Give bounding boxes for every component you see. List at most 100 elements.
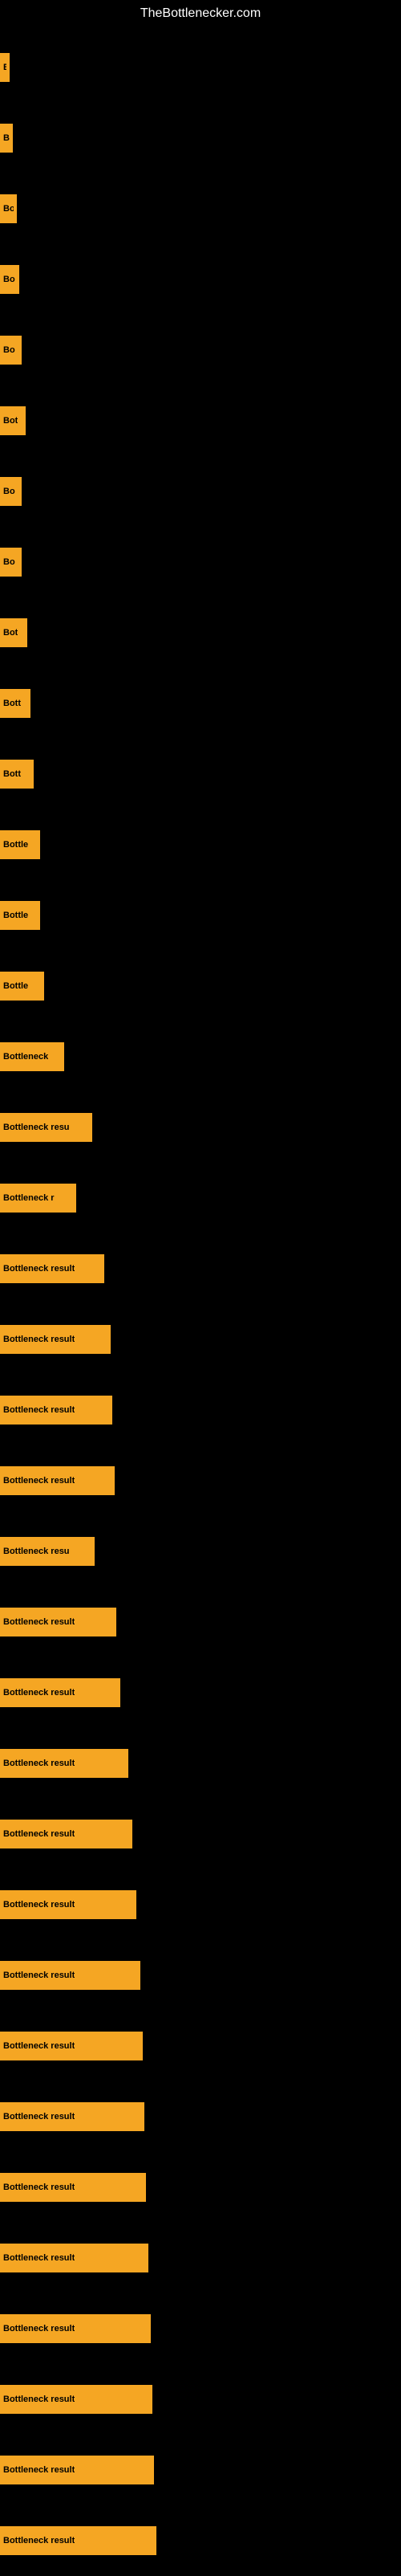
- site-title: TheBottlenecker.com: [0, 0, 401, 24]
- bar-row: Bottle: [0, 951, 401, 1021]
- bar-label: Bottleneck: [3, 1052, 48, 1062]
- bar-row: Bo: [0, 173, 401, 244]
- bar-item: Bottleneck result: [0, 2456, 154, 2484]
- bar-row: Bot: [0, 597, 401, 668]
- bar-item: Bo: [0, 194, 17, 223]
- bar-row: Bottleneck r: [0, 1163, 401, 1233]
- bar-item: B: [0, 53, 10, 82]
- bar-row: Bottleneck result: [0, 1587, 401, 1657]
- bar-label: B: [3, 133, 10, 143]
- bar-item: Bottleneck result: [0, 1890, 136, 1919]
- bar-item: Bottleneck result: [0, 1396, 112, 1425]
- bar-item: Bottleneck resu: [0, 1537, 95, 1566]
- bar-row: Bottleneck result: [0, 1375, 401, 1445]
- bar-item: Bottleneck resu: [0, 1113, 92, 1142]
- bar-row: Bottleneck result: [0, 1940, 401, 2011]
- bar-row: Bottleneck result: [0, 2223, 401, 2293]
- bar-row: Bo: [0, 244, 401, 315]
- bar-label: Bottleneck result: [3, 1476, 75, 1486]
- bar-row: Bo: [0, 456, 401, 527]
- bar-item: Bottleneck result: [0, 2526, 156, 2555]
- bar-label: Bott: [3, 699, 21, 708]
- bar-label: Bottleneck result: [3, 1405, 75, 1415]
- bar-item: Bo: [0, 336, 22, 365]
- bar-label: Bottleneck result: [3, 2112, 75, 2122]
- bar-item: Bottleneck result: [0, 1466, 115, 1495]
- bar-item: Bottleneck result: [0, 1961, 140, 1990]
- bar-row: Bottleneck result: [0, 1233, 401, 1304]
- bar-row: Bottleneck result: [0, 2081, 401, 2152]
- bar-label: B: [3, 63, 6, 72]
- bars-container: B B Bo Bo Bo Bot Bo Bo Bot Bott Bott Bottle Bottle Bo…: [0, 24, 401, 2576]
- bar-row: Bottleneck result: [0, 1799, 401, 1869]
- bar-label: Bottleneck r: [3, 1193, 55, 1203]
- bar-item: Bot: [0, 618, 27, 647]
- bar-item: Bottleneck result: [0, 2032, 143, 2060]
- bar-item: Bottleneck result: [0, 2385, 152, 2414]
- bar-item: Bottleneck result: [0, 2173, 146, 2202]
- bar-item: B: [0, 124, 13, 153]
- bar-item: Bo: [0, 477, 22, 506]
- bar-item: Bottleneck result: [0, 1254, 104, 1283]
- bar-label: Bottleneck result: [3, 1688, 75, 1698]
- bar-row: Bottle: [0, 880, 401, 951]
- bar-row: Bottleneck resu: [0, 1516, 401, 1587]
- bar-item: Bott: [0, 689, 30, 718]
- bar-label: Bottleneck result: [3, 1900, 75, 1910]
- bar-label: Bo: [3, 204, 14, 214]
- bar-label: Bottleneck result: [3, 1335, 75, 1344]
- bar-item: Bottleneck result: [0, 1820, 132, 1848]
- bar-row: Bottleneck resu: [0, 1092, 401, 1163]
- bar-item: Bottleneck result: [0, 2244, 148, 2272]
- bar-label: Bo: [3, 487, 15, 496]
- bar-item: Bottle: [0, 972, 44, 1001]
- bar-label: Bottleneck result: [3, 1759, 75, 1768]
- bar-label: Bottleneck result: [3, 2041, 75, 2051]
- bar-row: Bottleneck result: [0, 2152, 401, 2223]
- bar-label: Bo: [3, 345, 15, 355]
- bar-row: B: [0, 103, 401, 173]
- bar-item: Bo: [0, 548, 22, 577]
- bar-item: Bo: [0, 265, 19, 294]
- bar-label: Bottle: [3, 840, 28, 850]
- bar-label: Bottle: [3, 981, 28, 991]
- bar-item: Bottle: [0, 830, 40, 859]
- bar-label: Bottleneck result: [3, 2324, 75, 2333]
- bar-label: Bottleneck result: [3, 1617, 75, 1627]
- bar-label: Bottle: [3, 911, 28, 920]
- bar-row: Bottleneck result: [0, 1445, 401, 1516]
- bar-row: Bottleneck result: [0, 1869, 401, 1940]
- bar-row: Bottleneck result: [0, 2011, 401, 2081]
- bar-item: Bottleneck result: [0, 1325, 111, 1354]
- bar-row: Bo: [0, 315, 401, 385]
- bar-label: Bottleneck resu: [3, 1123, 70, 1132]
- bar-label: Bot: [3, 628, 18, 638]
- bar-label: Bottleneck result: [3, 2536, 75, 2545]
- bar-label: Bottleneck result: [3, 1829, 75, 1839]
- bar-item: Bottle: [0, 901, 40, 930]
- bar-label: Bo: [3, 557, 15, 567]
- bar-row: Bottleneck result: [0, 2293, 401, 2364]
- bar-label: Bot: [3, 416, 18, 426]
- bar-label: Bottleneck result: [3, 2183, 75, 2192]
- bar-label: Bottleneck result: [3, 2465, 75, 2475]
- bar-item: Bot: [0, 406, 26, 435]
- bar-item: Bott: [0, 760, 34, 789]
- bar-label: Bottleneck result: [3, 2395, 75, 2404]
- bar-item: Bottleneck: [0, 1042, 64, 1071]
- bar-row: Bot: [0, 385, 401, 456]
- bar-item: Bottleneck result: [0, 2314, 151, 2343]
- bar-item: Bottleneck result: [0, 1749, 128, 1778]
- bar-row: B: [0, 32, 401, 103]
- bar-row: Bottleneck result: [0, 2435, 401, 2505]
- bar-label: Bott: [3, 769, 21, 779]
- bar-label: Bottleneck result: [3, 2253, 75, 2263]
- bar-label: Bottleneck result: [3, 1971, 75, 1980]
- bar-label: Bottleneck resu: [3, 1547, 70, 1556]
- bar-label: Bottleneck result: [3, 1264, 75, 1274]
- bar-item: Bottleneck result: [0, 2102, 144, 2131]
- bar-row: Bottleneck result: [0, 2364, 401, 2435]
- bar-item: Bottleneck result: [0, 1608, 116, 1636]
- bar-row: Bottleneck: [0, 1021, 401, 1092]
- bar-label: Bo: [3, 275, 15, 284]
